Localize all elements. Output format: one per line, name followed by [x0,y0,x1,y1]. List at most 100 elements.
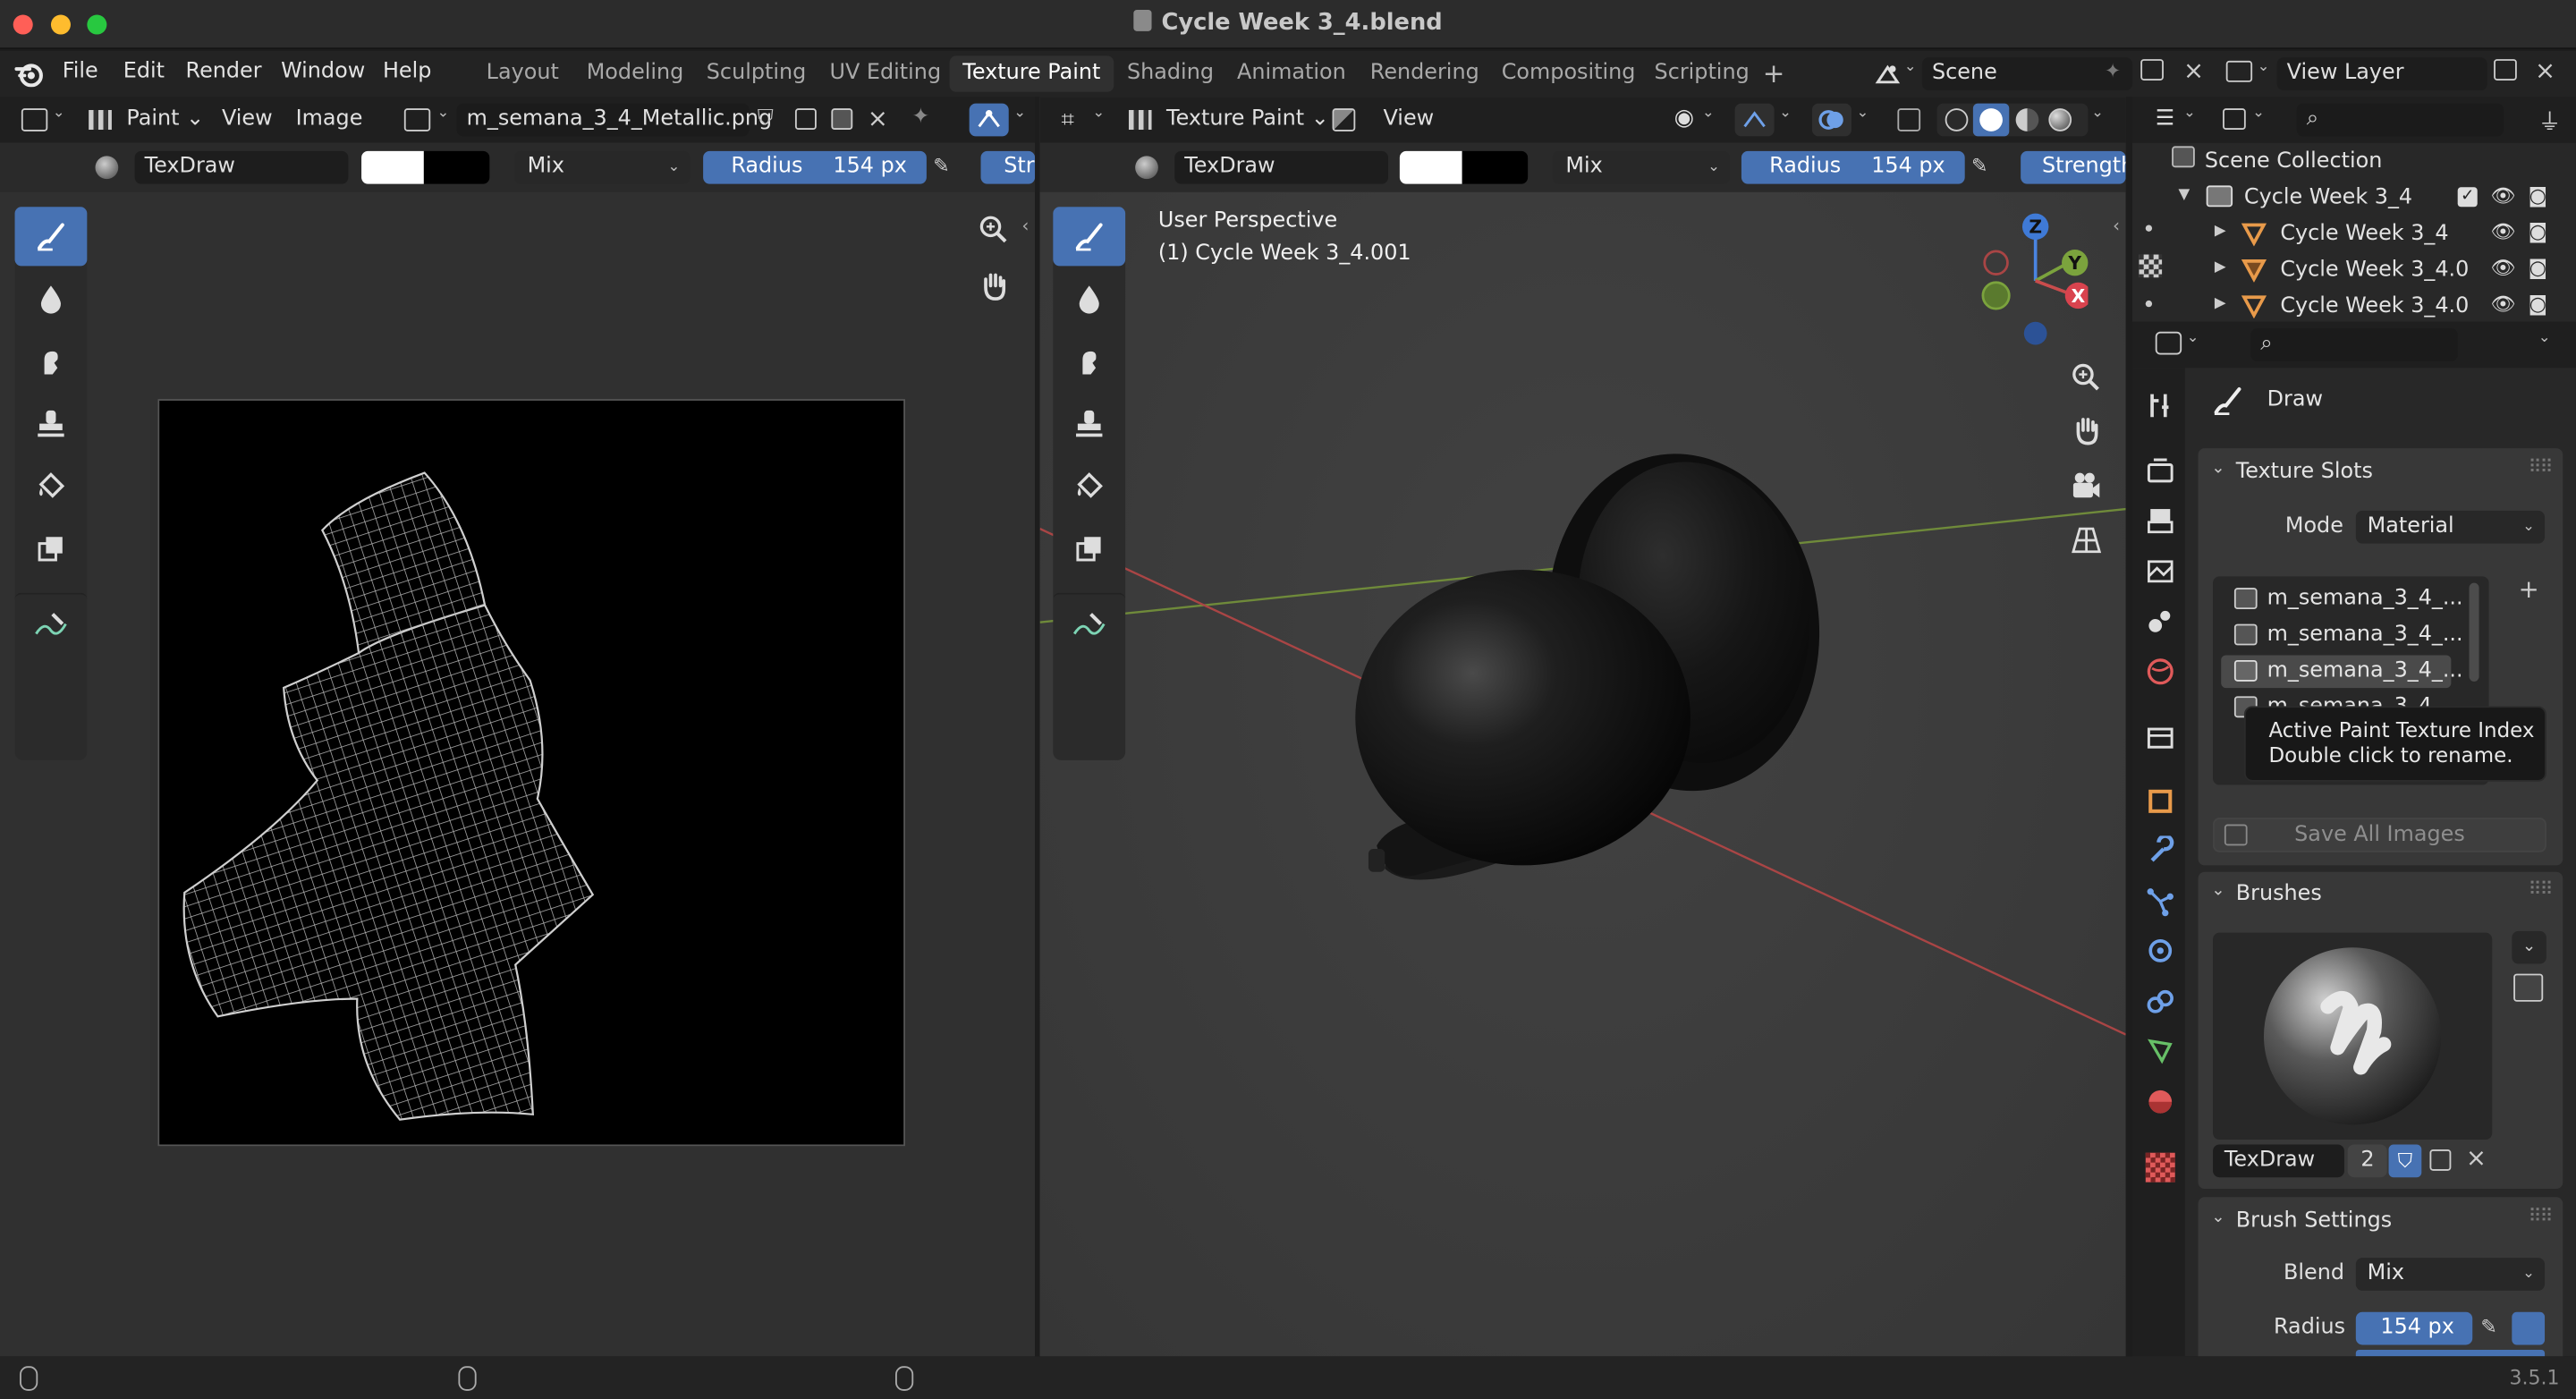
image-name-field[interactable]: m_semana_3_4_Metallic.png [456,103,772,137]
pressure-icon[interactable]: ✎ [2480,1315,2496,1338]
eye-icon[interactable]: 👁 [2490,220,2515,243]
rendered-shading-icon[interactable] [2048,108,2072,131]
chevron-down-icon[interactable]: ⌄ [437,105,450,121]
chevron-down-icon[interactable]: ⌄ [2183,105,2196,121]
save-all-images-button[interactable]: Save All Images [2213,818,2546,852]
chevron-down-icon[interactable]: ⌄ [1013,105,1026,121]
zoom-icon[interactable] [970,207,1016,252]
remove-scene-icon[interactable]: × [2183,55,2204,85]
radius-field[interactable]: 154 px [2355,1311,2473,1345]
eye-icon[interactable]: 👁 [2490,184,2515,208]
menu-window[interactable]: Window [281,59,365,84]
mask-mode-icon[interactable] [1332,108,1356,131]
outliner-object-label[interactable]: Cycle Week 3_4.0 [2280,258,2469,283]
data-tab-icon[interactable] [2146,1036,2175,1065]
soften-tool[interactable] [15,269,88,328]
radius-slider[interactable]: Radius 154 px [703,150,927,184]
brushes-title[interactable]: Brushes [2236,882,2322,907]
menu-image[interactable]: Image [296,102,363,138]
modifier-wrench-icon[interactable] [2146,835,2175,865]
chevron-down-icon[interactable]: ⌄ [1779,105,1792,121]
draw-tool[interactable] [1053,207,1126,267]
eye-icon[interactable]: 👁 [2490,256,2515,279]
scene-icon[interactable] [1875,63,1901,86]
object-tab-icon[interactable] [2146,786,2175,816]
unlink-brush-icon[interactable]: × [2466,1143,2487,1173]
scene-name-field[interactable]: Scene [1921,57,2133,90]
chevron-down-icon[interactable]: ⌄ [53,105,65,121]
chevron-down-icon[interactable]: ⌄ [2187,330,2199,346]
camera-render-icon[interactable]: ◙ [2529,293,2547,316]
tab-texture-paint[interactable]: Texture Paint [949,55,1114,92]
clone-tool[interactable] [15,394,88,454]
editor-type-icon[interactable]: ☰ [2156,106,2174,131]
secondary-color-swatch[interactable] [1462,150,1529,184]
collapse-arrow-icon[interactable]: ⌄ [2211,882,2224,900]
menu-edit[interactable]: Edit [123,59,165,84]
gizmo-toggle[interactable] [1734,103,1775,137]
tab-compositing[interactable]: Compositing [1488,55,1648,91]
tab-modeling[interactable]: Modeling [573,55,697,91]
fake-user-shield-icon[interactable]: ⛉ [758,106,774,131]
strength-slider[interactable]: Str [980,150,1036,184]
annotate-tool[interactable] [1053,592,1126,656]
camera-render-icon[interactable]: ◙ [2529,256,2547,279]
expand-arrow-icon[interactable]: ▶ [2215,295,2226,311]
tab-sculpting[interactable]: Sculpting [693,55,819,91]
soften-tool[interactable] [1053,269,1125,328]
outliner-object-label[interactable]: Cycle Week 3_4 [2280,222,2448,247]
view-layer-name-field[interactable]: View Layer [2276,57,2487,90]
collapse-arrow-icon[interactable]: ⌄ [2211,1208,2224,1226]
tool-tab-icon[interactable] [2146,391,2175,420]
outliner-search-input[interactable]: ⌕ [2296,103,2504,137]
navigation-gizmo[interactable]: Z Y X [1973,212,2089,350]
pin-image-icon[interactable]: ✦ [911,105,929,130]
primary-color-swatch[interactable] [361,150,424,184]
expand-arrow-icon[interactable]: ▶ [2215,259,2226,276]
tab-animation[interactable]: Animation [1224,55,1359,91]
eye-icon[interactable]: 👁 [2490,293,2515,316]
add-slot-icon[interactable]: + [2519,574,2539,604]
brush-name-field[interactable]: TexDraw [2213,1144,2344,1178]
brush-menu-button[interactable]: ⌄ [2512,930,2546,964]
collection-label[interactable]: Cycle Week 3_4 [2244,185,2412,210]
tab-rendering[interactable]: Rendering [1357,55,1492,91]
texture-image-canvas[interactable] [157,399,906,1147]
uv-sync-button[interactable] [969,103,1009,137]
sidebar-toggle-icon[interactable]: ‹ [2113,215,2120,236]
menu-file[interactable]: File [63,59,98,84]
collapse-arrow-icon[interactable]: ⌄ [2211,460,2224,478]
blend-dropdown[interactable]: Mix ⌄ [513,150,691,184]
editor-type-icon[interactable] [2155,331,2182,355]
smear-tool[interactable] [1053,332,1125,391]
expand-arrow-icon[interactable]: ▼ [2178,187,2190,203]
new-view-layer-icon[interactable] [2494,59,2517,81]
blend-dropdown[interactable]: Mix ⌄ [1552,150,1731,184]
chevron-down-icon[interactable]: ⌄ [1702,105,1715,121]
chevron-down-icon[interactable]: ⌄ [1856,105,1868,121]
sidebar-toggle-icon[interactable]: ‹ [1021,215,1029,236]
pressure-icon[interactable]: ✎ [933,155,949,178]
chevron-down-icon[interactable]: ⌄ [2538,330,2551,346]
texture-slot-item-active[interactable]: m_semana_3_4_... [2221,655,2463,689]
brush-name-field[interactable]: TexDraw [134,150,349,184]
clone-tool[interactable] [1053,394,1125,454]
chevron-down-icon[interactable]: ⌄ [1904,59,1917,75]
radius-slider[interactable]: Radius 154 px [1741,150,1965,184]
fake-user-shield-icon[interactable]: ⛉ [2388,1144,2422,1178]
new-scene-icon[interactable] [2140,59,2164,81]
brush-preview-thumbnail[interactable] [2213,932,2493,1140]
menu-view[interactable]: View [222,102,273,138]
duplicate-image-icon[interactable] [794,108,817,131]
world-tab-icon[interactable] [2146,657,2175,686]
exclude-checkbox[interactable]: ✓ [2457,187,2478,208]
menu-help[interactable]: Help [383,59,431,84]
brush-settings-title[interactable]: Brush Settings [2236,1208,2392,1234]
camera-render-icon[interactable]: ◙ [2529,220,2547,243]
wireframe-shading-icon[interactable] [1945,108,1969,131]
camera-render-icon[interactable]: ◙ [2529,184,2547,208]
pan-hand-icon[interactable] [970,263,1016,309]
open-image-icon[interactable] [831,108,853,131]
radius-unit-toggle[interactable] [2512,1311,2546,1345]
browse-image-icon[interactable] [403,108,431,131]
